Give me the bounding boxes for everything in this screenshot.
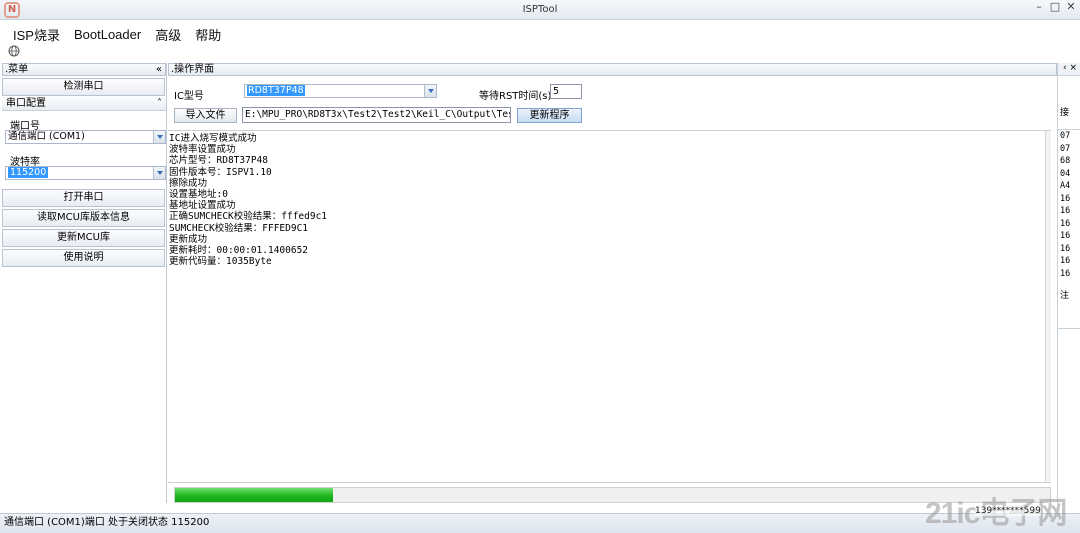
- menu-help[interactable]: 帮助: [188, 25, 228, 44]
- close-button[interactable]: ✕: [1064, 1, 1078, 15]
- progress-bar: [174, 487, 1051, 503]
- ic-model-select[interactable]: RD8T37P48: [244, 84, 437, 98]
- read-mcu-version-button[interactable]: 读取MCU库版本信息: [2, 209, 165, 227]
- status-bar: 通信端口 (COM1)端口 处于关闭状态 115200: [0, 513, 1080, 533]
- usage-guide-button[interactable]: 使用说明: [2, 249, 165, 267]
- menu-bar: ISP烧录 BootLoader 高级 帮助: [0, 21, 1080, 47]
- log-line: 波特率设置成功: [169, 144, 236, 156]
- left-menu-panel: .菜单 « 检测串口 串口配置 ˄ 端口号 通信端口 (COM1) 波特率 11…: [2, 63, 167, 503]
- minimize-button[interactable]: –: [1032, 1, 1046, 15]
- menu-panel-title: .菜单: [5, 64, 29, 75]
- note-label: 注: [1060, 291, 1070, 301]
- progress-fill: [175, 488, 333, 502]
- baud-select-value: 115200: [8, 167, 49, 178]
- collapse-group-icon[interactable]: ˄: [157, 97, 162, 110]
- menu-isp-program[interactable]: ISP烧录: [6, 25, 67, 44]
- menu-advanced[interactable]: 高级: [148, 25, 188, 44]
- window-title: ISPTool: [522, 4, 558, 15]
- ic-model-label: IC型号: [174, 91, 204, 102]
- log-line: SUMCHECK校验结果：FFFED9C1: [169, 222, 309, 234]
- rst-wait-label: 等待RST时间(s): [479, 91, 552, 102]
- rst-wait-input[interactable]: 5: [550, 84, 582, 99]
- log-scrollbar[interactable]: [1045, 131, 1051, 482]
- collapse-left-icon[interactable]: «: [156, 64, 162, 75]
- list-item: 04: [1060, 168, 1071, 179]
- file-path-input[interactable]: E:\MPU_PRO\RD8T3x\Test2\Test2\Keil_C\Out…: [242, 107, 511, 123]
- port-select[interactable]: 通信端口 (COM1): [5, 130, 166, 144]
- port-label: 端口号: [10, 121, 40, 132]
- log-output[interactable]: IC进入烧写模式成功 波特率设置成功 芯片型号：RD8T37P48 固件版本号：…: [168, 130, 1051, 483]
- watermark: 21ic电子网 139*******599: [925, 488, 1080, 533]
- chevron-down-icon[interactable]: [424, 85, 436, 97]
- globe-icon[interactable]: [8, 45, 20, 57]
- operation-panel-header: .操作界面: [168, 63, 1057, 76]
- detect-port-button[interactable]: 检测串口: [2, 78, 165, 96]
- log-line: 芯片型号：RD8T37P48: [169, 155, 268, 167]
- watermark-phone: 139*******599: [975, 506, 1041, 516]
- secondary-panel-header[interactable]: ‹ ×: [1058, 63, 1080, 76]
- baud-select[interactable]: 115200: [5, 166, 166, 180]
- operation-panel-title: .操作界面: [171, 64, 215, 75]
- log-line: 基地址设置成功: [169, 200, 236, 212]
- receive-label: 接: [1060, 108, 1070, 118]
- log-line: 更新成功: [169, 233, 208, 245]
- open-port-button[interactable]: 打开串口: [2, 189, 165, 207]
- list-item: 16: [1060, 231, 1071, 241]
- list-item: 07: [1060, 143, 1071, 154]
- chevron-down-icon[interactable]: [153, 167, 165, 179]
- maximize-button[interactable]: □: [1048, 1, 1062, 15]
- serial-config-title: 串口配置: [6, 98, 46, 109]
- list-item: 16: [1060, 268, 1071, 279]
- menu-bootloader[interactable]: BootLoader: [67, 27, 148, 42]
- operation-panel: .操作界面 IC型号 RD8T37P48 等待RST时间(s) 5 导入文件 E…: [168, 63, 1057, 503]
- update-program-button[interactable]: 更新程序: [517, 108, 582, 123]
- baud-label: 波特率: [10, 157, 40, 168]
- update-mcu-lib-button[interactable]: 更新MCU库: [2, 229, 165, 247]
- status-text: 通信端口 (COM1)端口 处于关闭状态 115200: [4, 517, 210, 528]
- window-controls: – □ ✕: [1030, 1, 1078, 15]
- log-line: IC进入烧写模式成功: [169, 133, 257, 144]
- list-item: 16: [1060, 243, 1071, 254]
- import-file-button[interactable]: 导入文件: [174, 108, 237, 123]
- chevron-down-icon[interactable]: [153, 131, 165, 143]
- list-item: 16: [1060, 206, 1071, 216]
- ic-model-value: RD8T37P48: [247, 85, 305, 96]
- log-line: 擦除成功: [169, 177, 208, 189]
- serial-config-header[interactable]: 串口配置 ˄: [2, 97, 166, 111]
- secondary-panel: ‹ × 接 07 07 68 04 A4 16 16 16 16 16 16 1…: [1057, 63, 1080, 503]
- log-line: 设置基地址:0: [169, 189, 228, 201]
- list-item: A4: [1060, 181, 1071, 191]
- port-select-value: 通信端口 (COM1): [8, 131, 85, 142]
- menu-panel-header: .菜单 «: [2, 63, 166, 76]
- list-item: 68: [1060, 156, 1071, 166]
- ic-row: IC型号 RD8T37P48 等待RST时间(s) 5: [168, 83, 1057, 102]
- list-item: 16: [1060, 256, 1071, 266]
- list-item: 07: [1060, 131, 1071, 141]
- list-item: 16: [1060, 218, 1071, 229]
- file-row: 导入文件 E:\MPU_PRO\RD8T3x\Test2\Test2\Keil_…: [168, 107, 1057, 125]
- log-line: 正确SUMCHECK校验结果：fffed9c1: [169, 211, 328, 223]
- log-line: 更新代码量：1035Byte: [169, 256, 272, 268]
- log-line: 更新耗时：00:00:01.1400652: [169, 245, 309, 257]
- list-item: 16: [1060, 193, 1071, 204]
- log-line: 固件版本号：ISPV1.10: [169, 166, 272, 178]
- title-bar: N ISPTool – □ ✕: [0, 0, 1080, 20]
